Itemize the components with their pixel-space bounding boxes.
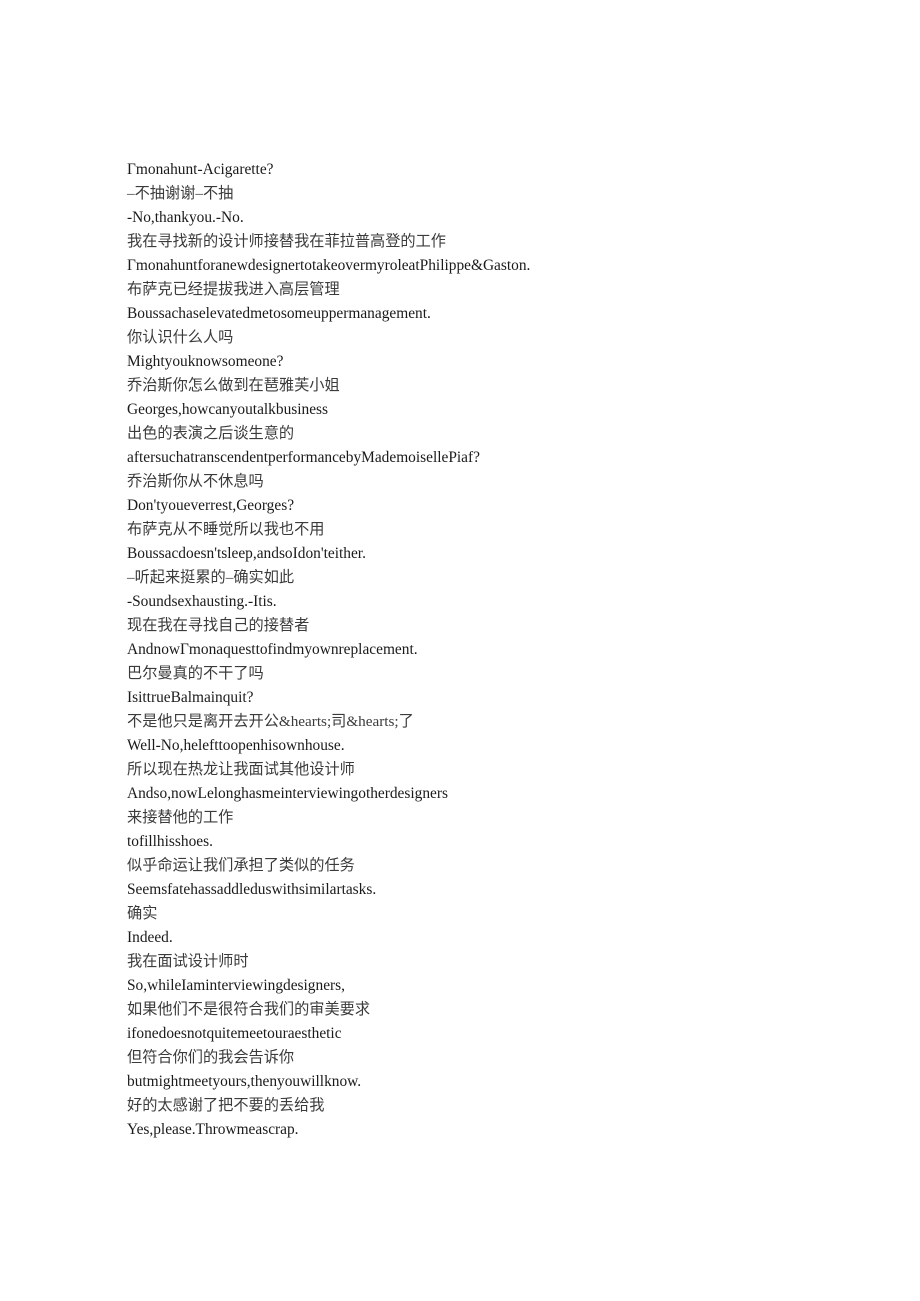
transcript-line: Georges,howcanyoutalkbusiness [127, 401, 329, 418]
transcript-line: 但符合你们的我会告诉你 [127, 1049, 295, 1066]
transcript-line: 不是他只是离开去开公&hearts;司&hearts;了 [127, 713, 414, 730]
transcript-line: Γmonahunt-Acigarette? [127, 161, 274, 178]
transcript-line: Indeed. [127, 929, 173, 946]
transcript-line: 乔治斯你怎么做到在琶雅芙小姐 [127, 377, 340, 394]
transcript-line: –听起来挺累的–确实如此 [127, 569, 295, 586]
transcript-line: AndnowΓmonaquesttofindmyownreplacement. [127, 641, 418, 658]
transcript-body: Γmonahunt-Acigarette? –不抽谢谢–不抽 -No,thankyo… [127, 158, 807, 1142]
transcript-line: 布萨克已经提拔我进入高层管理 [127, 281, 340, 298]
transcript-line: Well-No,helefttoopenhisownhouse. [127, 737, 345, 754]
transcript-line: 如果他们不是很符合我们的审美要求 [127, 1001, 370, 1018]
document-page: Γmonahunt-Acigarette? –不抽谢谢–不抽 -No,thankyo… [0, 0, 920, 1301]
transcript-line: 似乎命运让我们承担了类似的任务 [127, 857, 355, 874]
transcript-line: 乔治斯你从不休息吗 [127, 473, 264, 490]
transcript-line: 布萨克从不睡觉所以我也不用 [127, 521, 325, 538]
transcript-line: Yes,please.Throwmeascrap. [127, 1121, 299, 1138]
transcript-line: 好的太感谢了把不要的丢给我 [127, 1097, 325, 1114]
transcript-line: aftersuchatranscendentperformancebyMadem… [127, 449, 480, 466]
transcript-line: 来接替他的工作 [127, 809, 234, 826]
transcript-line: IsittrueBalmainquit? [127, 689, 254, 706]
transcript-line: Γmonahuntforanewdesignertotakeovermyrole… [127, 257, 531, 274]
transcript-line: ifonedoesnotquitemeetouraesthetic [127, 1025, 342, 1042]
transcript-line: 我在面试设计师时 [127, 953, 249, 970]
transcript-line: -No,thankyou.-No. [127, 209, 244, 226]
transcript-line: 出色的表演之后谈生意的 [127, 425, 295, 442]
transcript-line: butmightmeetyours,thenyouwillknow. [127, 1073, 362, 1090]
transcript-line: Mightyouknowsomeone? [127, 353, 284, 370]
transcript-line: Boussacdoesn'tsleep,andsoIdon'teither. [127, 545, 366, 562]
transcript-line: Don'tyoueverrest,Georges? [127, 497, 295, 514]
transcript-line: tofillhisshoes. [127, 833, 213, 850]
transcript-line: So,whileIaminterviewingdesigners, [127, 977, 345, 994]
transcript-line: Boussachaselevatedmetosomeuppermanagemen… [127, 305, 431, 322]
transcript-line: -Soundsexhausting.-Itis. [127, 593, 277, 610]
transcript-line: 所以现在热龙让我面试其他设计师 [127, 761, 355, 778]
transcript-line: 巴尔曼真的不干了吗 [127, 665, 264, 682]
transcript-line: 我在寻找新的设计师接替我在菲拉普高登的工作 [127, 233, 446, 250]
transcript-line: Andso,nowLelonghasmeinterviewingotherdes… [127, 785, 448, 802]
transcript-line: –不抽谢谢–不抽 [127, 185, 234, 202]
transcript-line: 确实 [127, 905, 158, 922]
transcript-line: Seemsfatehassaddleduswithsimilartasks. [127, 881, 377, 898]
transcript-line: 现在我在寻找自己的接替者 [127, 617, 310, 634]
transcript-line: 你认识什么人吗 [127, 329, 234, 346]
